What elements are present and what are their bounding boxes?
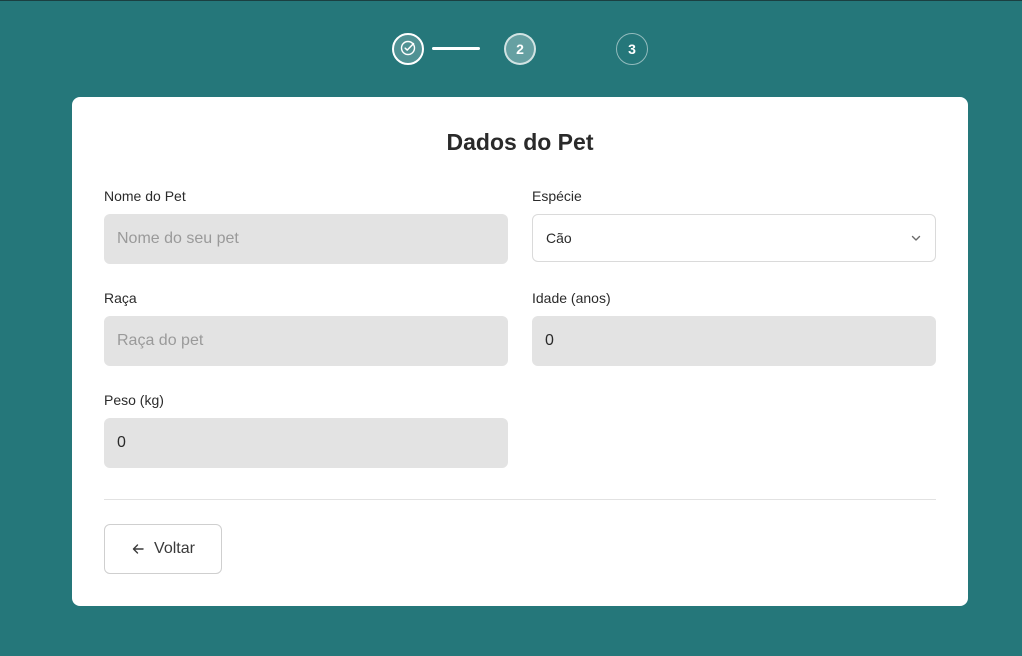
breed-input[interactable] [104, 316, 508, 366]
arrow-left-icon [131, 542, 145, 556]
species-selected-value: Cão [546, 230, 572, 246]
page-title: Dados do Pet [446, 129, 594, 155]
field-label: Espécie [532, 188, 582, 204]
field-idade: Idade (anos) [532, 289, 936, 366]
pet-name-input[interactable] [104, 214, 508, 264]
step-2-current[interactable]: 2 [504, 33, 536, 65]
back-button-label: Voltar [154, 540, 195, 557]
window-top-border [0, 0, 1022, 1]
step-number: 3 [628, 41, 636, 57]
species-select[interactable]: Cão [532, 214, 936, 262]
step-connector-2 [544, 47, 592, 50]
field-peso: Peso (kg) [104, 391, 508, 468]
step-number: 2 [516, 41, 524, 57]
chevron-down-icon [910, 232, 922, 244]
field-label: Raça [104, 290, 137, 306]
field-label: Idade (anos) [532, 290, 611, 306]
pet-data-card: Dados do Pet Nome do Pet Espécie Cão Raç… [72, 97, 968, 606]
step-3-pending[interactable]: 3 [616, 33, 648, 65]
step-connector-1 [432, 47, 480, 50]
field-nome-do-pet: Nome do Pet [104, 187, 508, 264]
back-button[interactable]: Voltar [104, 524, 222, 574]
weight-input[interactable] [104, 418, 508, 468]
progress-stepper: 2 3 [0, 33, 1022, 65]
field-raca: Raça [104, 289, 508, 366]
divider [104, 499, 936, 500]
field-label: Peso (kg) [104, 392, 164, 408]
check-circle-icon [400, 40, 416, 59]
field-label: Nome do Pet [104, 188, 186, 204]
age-input[interactable] [532, 316, 936, 366]
field-especie: Espécie Cão [532, 187, 936, 262]
step-1-completed[interactable] [392, 33, 424, 65]
